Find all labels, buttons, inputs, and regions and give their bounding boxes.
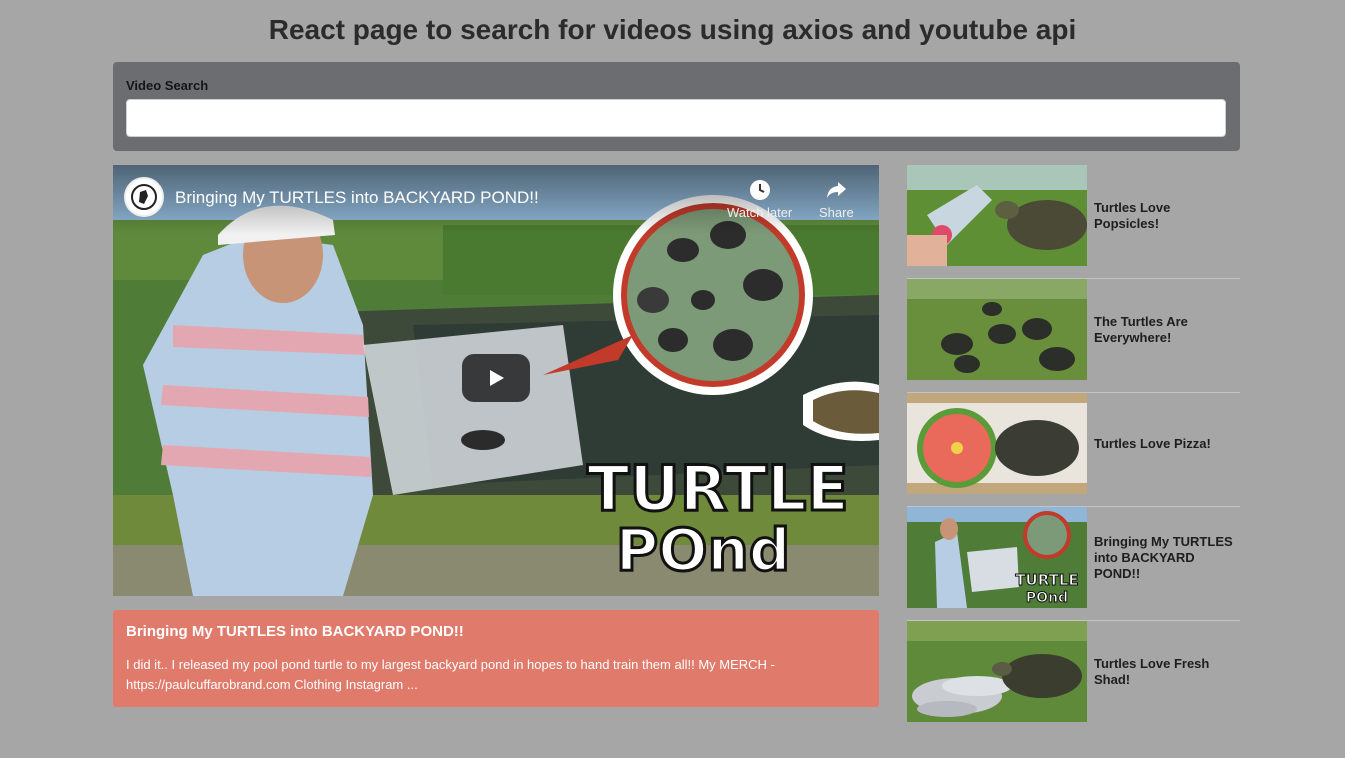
video-list-item-title[interactable]: Turtles Love Popsicles! (1094, 165, 1238, 266)
page-title: React page to search for videos using ax… (268, 14, 1077, 45)
video-thumbnail[interactable] (907, 621, 1087, 722)
video-details: Bringing My TURTLES into BACKYARD POND!!… (113, 610, 879, 707)
channel-avatar[interactable] (124, 177, 164, 217)
thumbnail-text-pond: POnd (616, 516, 791, 584)
search-input[interactable] (126, 99, 1226, 137)
video-list-item[interactable]: TURTLE POnd Bringing My TURTLES into BAC… (907, 507, 1240, 621)
video-list: Turtles Love Popsicles! The Turtles Are … (907, 165, 1240, 735)
share-icon (827, 182, 847, 198)
details-description: I did it.. I released my pool pond turtl… (126, 657, 775, 692)
share-label: Share (819, 205, 854, 220)
video-list-item-title[interactable]: Turtles Love Fresh Shad! (1094, 621, 1238, 722)
play-icon (490, 370, 504, 386)
thumbnail-text-turtle: TURTLE (587, 452, 849, 525)
video-list-item[interactable]: Turtles Love Fresh Shad! (907, 621, 1240, 735)
video-thumbnail[interactable] (907, 279, 1087, 380)
share-button[interactable]: Share (819, 179, 854, 220)
svg-text:POnd: POnd (1026, 590, 1068, 606)
watch-later-label: Watch later (727, 205, 793, 220)
video-list-item-title[interactable]: The Turtles Are Everywhere! (1094, 279, 1238, 380)
video-thumbnail[interactable] (907, 393, 1087, 494)
search-label: Video Search (126, 78, 209, 93)
details-title: Bringing My TURTLES into BACKYARD POND!! (126, 623, 464, 640)
video-thumbnail[interactable]: TURTLE POnd (907, 507, 1087, 608)
video-thumbnail[interactable] (907, 165, 1087, 266)
video-list-item[interactable]: Turtles Love Pizza! (907, 393, 1240, 507)
video-list-item-title[interactable]: Bringing My TURTLES into BACKYARD POND!! (1094, 507, 1238, 608)
channel-logo-icon (131, 184, 157, 210)
video-player[interactable]: TURTLE POnd Bringing My TURTLES into BAC… (113, 165, 879, 596)
watch-later-button[interactable]: Watch later (727, 179, 792, 220)
svg-text:TURTLE: TURTLE (1015, 571, 1078, 589)
video-list-item-title[interactable]: Turtles Love Pizza! (1094, 393, 1238, 494)
video-list-item[interactable]: Turtles Love Popsicles! (907, 165, 1240, 279)
video-list-item[interactable]: The Turtles Are Everywhere! (907, 279, 1240, 393)
search-panel: Video Search (113, 62, 1240, 151)
player-video-title[interactable]: Bringing My TURTLES into BACKYARD POND!! (175, 188, 539, 208)
play-button[interactable] (462, 354, 530, 402)
clock-icon (749, 180, 770, 200)
